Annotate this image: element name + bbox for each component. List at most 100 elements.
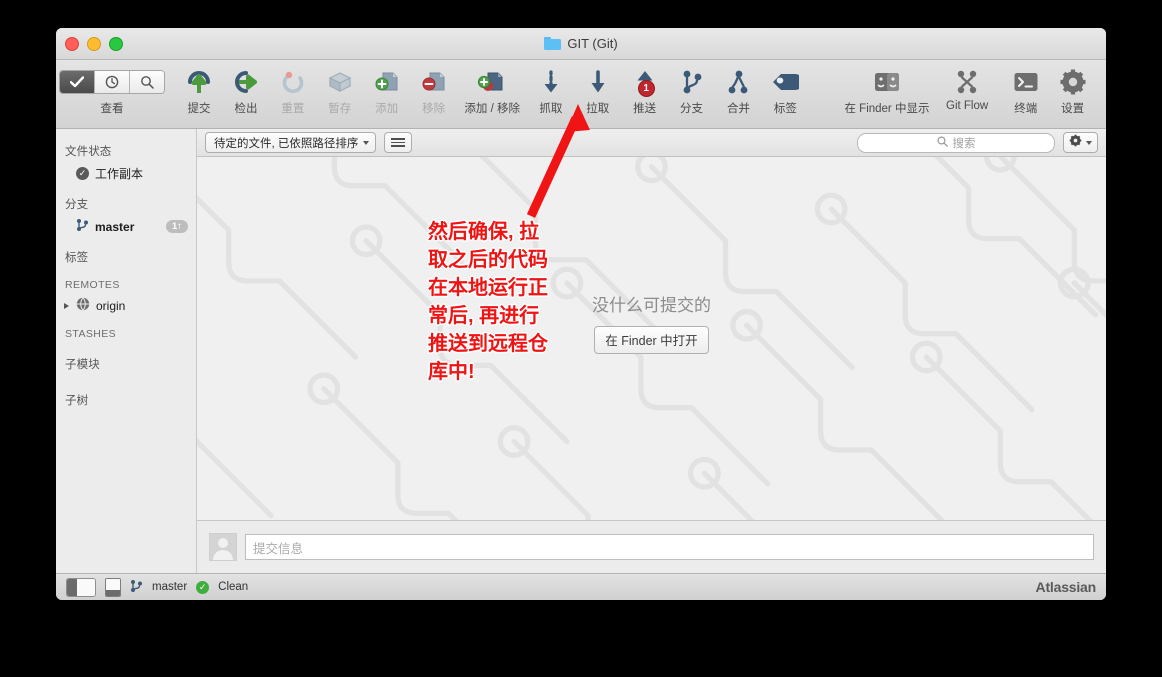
toolbar-merge-label: 合并 [726,103,750,115]
folder-icon [544,37,562,50]
toolbar-add-remove-label: 添加 / 移除 [464,103,520,115]
gear-icon [1069,134,1082,152]
pull-icon [587,67,609,97]
sidebar-item-branch-master[interactable]: master 1↑ [56,215,196,238]
toolbar-show-in-finder-label: 在 Finder 中显示 [844,103,930,115]
toolbar-pull-button[interactable]: 拉取 [574,64,621,116]
toolbar-push-button[interactable]: 1 推送 [621,64,668,116]
view-segment-search[interactable] [130,71,164,93]
toolbar-add-remove-button[interactable]: 添加 / 移除 [457,64,527,116]
sidebar-section-remotes-header: REMOTES [65,279,120,291]
toolbar-show-in-finder-button[interactable]: 在 Finder 中显示 [842,64,932,116]
sidebar-section-tags-header: 标签 [65,252,89,264]
sidebar-item-working-copy[interactable]: ✓ 工作副本 [56,162,196,185]
search-icon [936,135,948,150]
branch-icon [130,579,143,596]
sidebar-item-working-copy-label: 工作副本 [95,167,144,181]
empty-state: 没什么可提交的 在 Finder 中打开 [197,291,1106,354]
status-bar-clean-label: Clean [218,581,249,593]
sidebar-section-branches-header: 分支 [65,199,89,211]
disclosure-triangle-icon[interactable] [64,302,69,309]
toolbar-terminal-button[interactable]: 终端 [1002,64,1049,116]
open-in-finder-button[interactable]: 在 Finder 中打开 [594,326,709,354]
chevron-down-icon [1086,140,1092,145]
main-panel: 待定的文件, 已依照路径排序 搜索 没什么可提交的 在 Finder 中打开 提… [197,129,1106,573]
filter-bar: 待定的文件, 已依照路径排序 搜索 [197,129,1106,157]
globe-icon [76,297,90,314]
list-view-icon [391,138,406,140]
main-toolbar: 查看 提交 检出 重置 暂存 添加 移除 添加 / 移除 抓取 拉取 1 推送 … [56,60,1106,129]
toolbar-gitflow-button[interactable]: Git Flow [932,64,1002,112]
window-body: 文件状态 ✓ 工作副本 分支 master 1↑ 标签 REMOTES orig… [56,129,1106,573]
toolbar-fetch-button[interactable]: 抓取 [527,64,574,116]
toolbar-checkout-button[interactable]: 检出 [223,64,270,116]
toolbar-settings-label: 设置 [1061,103,1085,115]
status-bar-branch-label: master [152,581,188,593]
atlassian-brand: Atlassian [1035,579,1097,595]
green-check-icon: ✓ [196,580,210,594]
sidebar-item-remote-origin[interactable]: origin [56,294,196,317]
stash-icon [327,67,353,97]
file-filter-dropdown[interactable]: 待定的文件, 已依照路径排序 [205,132,377,153]
add-remove-icon [477,67,507,97]
toolbar-branch-label: 分支 [680,103,704,115]
view-segment-history[interactable] [95,71,130,93]
toolbar-commit-button[interactable]: 提交 [176,64,223,116]
sourcetree-window: GIT (Git) 查看 提交 检出 重置 暂存 添加 移除 添加 / 移除 抓… [56,28,1106,600]
toolbar-stash-label: 暂存 [328,103,352,115]
merge-icon [726,67,750,97]
toolbar-remove-button[interactable]: 移除 [410,64,457,116]
list-view-toggle-button[interactable] [384,132,413,153]
content-canvas: 没什么可提交的 在 Finder 中打开 [197,157,1106,520]
toolbar-merge-button[interactable]: 合并 [715,64,762,116]
commit-message-area: 提交信息 [197,520,1106,573]
reset-icon [280,67,306,97]
toolbar-add-label: 添加 [375,103,399,115]
remove-icon [421,67,447,97]
toolbar-branch-button[interactable]: 分支 [668,64,715,116]
screen: GIT (Git) 查看 提交 检出 重置 暂存 添加 移除 添加 / 移除 抓… [0,0,1162,677]
toolbar-terminal-label: 终端 [1014,103,1038,115]
view-mode-segmented-control[interactable] [59,70,165,94]
toolbar-gitflow-label: Git Flow [946,100,989,112]
toolbar-push-label: 推送 [633,103,657,115]
push-icon: 1 [633,67,657,97]
toolbar-pull-label: 拉取 [586,103,610,115]
sidebar-section-submodules-header: 子模块 [65,359,100,371]
toolbar-add-button[interactable]: 添加 [363,64,410,116]
toolbar-commit-label: 提交 [187,103,211,115]
toolbar-reset-button[interactable]: 重置 [269,64,316,116]
toolbar-stash-button[interactable]: 暂存 [316,64,363,116]
sidebar-toggle-icon[interactable] [66,577,96,597]
view-group-label: 查看 [100,103,124,115]
sidebar-branch-ahead-count: 1↑ [165,220,188,233]
sidebar-section-stashes-header: STASHES [65,328,117,340]
title-bar: GIT (Git) [56,28,1106,60]
view-segment-files[interactable] [60,71,95,93]
window-title-area: GIT (Git) [56,28,1106,59]
panel-toggle-icon[interactable] [105,577,121,597]
commit-message-input[interactable]: 提交信息 [245,534,1094,560]
search-input[interactable]: 搜索 [857,132,1055,153]
search-placeholder: 搜索 [952,137,976,150]
sidebar-section-file-status-header: 文件状态 [65,146,112,158]
toolbar-remove-label: 移除 [422,103,446,115]
check-circle-icon: ✓ [76,167,89,180]
toolbar-settings-button[interactable]: 设置 [1049,64,1096,116]
sidebar-item-branch-master-label: master [95,219,135,234]
chevron-down-icon [363,140,370,145]
toolbar-tag-button[interactable]: 标签 [762,64,809,116]
commit-icon [186,67,212,97]
view-mode-group: 查看 [59,64,165,116]
gitflow-icon [955,67,979,97]
toolbar-tag-label: 标签 [773,103,797,115]
push-count-badge: 1 [637,80,655,97]
gear-icon [1059,67,1087,97]
toolbar-reset-label: 重置 [281,103,305,115]
terminal-icon [1013,67,1039,97]
status-bar: master ✓ Clean Atlassian [56,573,1106,600]
toolbar-fetch-label: 抓取 [539,103,563,115]
sidebar-item-remote-origin-label: origin [96,298,126,313]
view-options-button[interactable] [1063,132,1098,153]
empty-state-title: 没什么可提交的 [592,296,711,315]
